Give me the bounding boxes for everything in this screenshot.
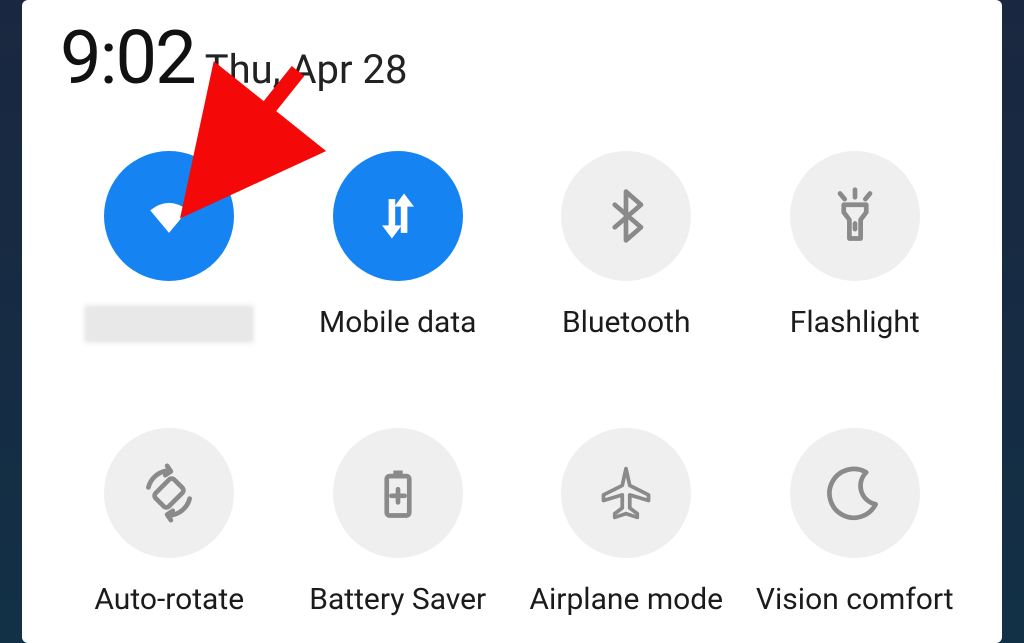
battery-saver-tile[interactable]: Battery Saver [289, 428, 508, 617]
bluetooth-tile[interactable]: Bluetooth [517, 151, 736, 343]
auto-rotate-tile[interactable]: Auto-rotate [60, 428, 279, 617]
battery-saver-toggle[interactable] [333, 428, 463, 558]
bluetooth-toggle[interactable] [561, 151, 691, 281]
bluetooth-icon [596, 186, 656, 246]
vision-comfort-icon [825, 463, 885, 523]
wifi-icon [139, 186, 199, 246]
airplane-mode-toggle[interactable] [561, 428, 691, 558]
clock-time: 9:02 [60, 22, 195, 96]
flashlight-tile[interactable]: Flashlight [746, 151, 965, 343]
tiles-grid: Mobile data Bluetooth [60, 151, 964, 617]
flashlight-label: Flashlight [790, 305, 920, 340]
wifi-label [84, 305, 254, 343]
mobile-data-toggle[interactable] [333, 151, 463, 281]
auto-rotate-toggle[interactable] [104, 428, 234, 558]
vision-comfort-toggle[interactable] [790, 428, 920, 558]
airplane-mode-tile[interactable]: Airplane mode [517, 428, 736, 617]
vision-comfort-tile[interactable]: Vision comfort [746, 428, 965, 617]
wifi-toggle[interactable] [104, 151, 234, 281]
airplane-mode-label: Airplane mode [529, 582, 723, 617]
mobile-data-icon [368, 186, 428, 246]
battery-saver-label: Battery Saver [309, 582, 486, 617]
flashlight-toggle[interactable] [790, 151, 920, 281]
vision-comfort-label: Vision comfort [756, 582, 954, 617]
status-header: 9:02 Thu, Apr 28 [60, 22, 964, 96]
quick-settings-panel: 9:02 Thu, Apr 28 [22, 0, 1002, 643]
auto-rotate-label: Auto-rotate [94, 582, 244, 617]
bluetooth-label: Bluetooth [562, 305, 691, 340]
auto-rotate-icon [139, 463, 199, 523]
battery-saver-icon [368, 463, 428, 523]
mobile-data-tile[interactable]: Mobile data [289, 151, 508, 343]
mobile-data-label: Mobile data [319, 305, 476, 340]
wifi-tile[interactable] [60, 151, 279, 343]
flashlight-icon [825, 186, 885, 246]
clock-date: Thu, Apr 28 [205, 46, 408, 93]
airplane-mode-icon [596, 463, 656, 523]
